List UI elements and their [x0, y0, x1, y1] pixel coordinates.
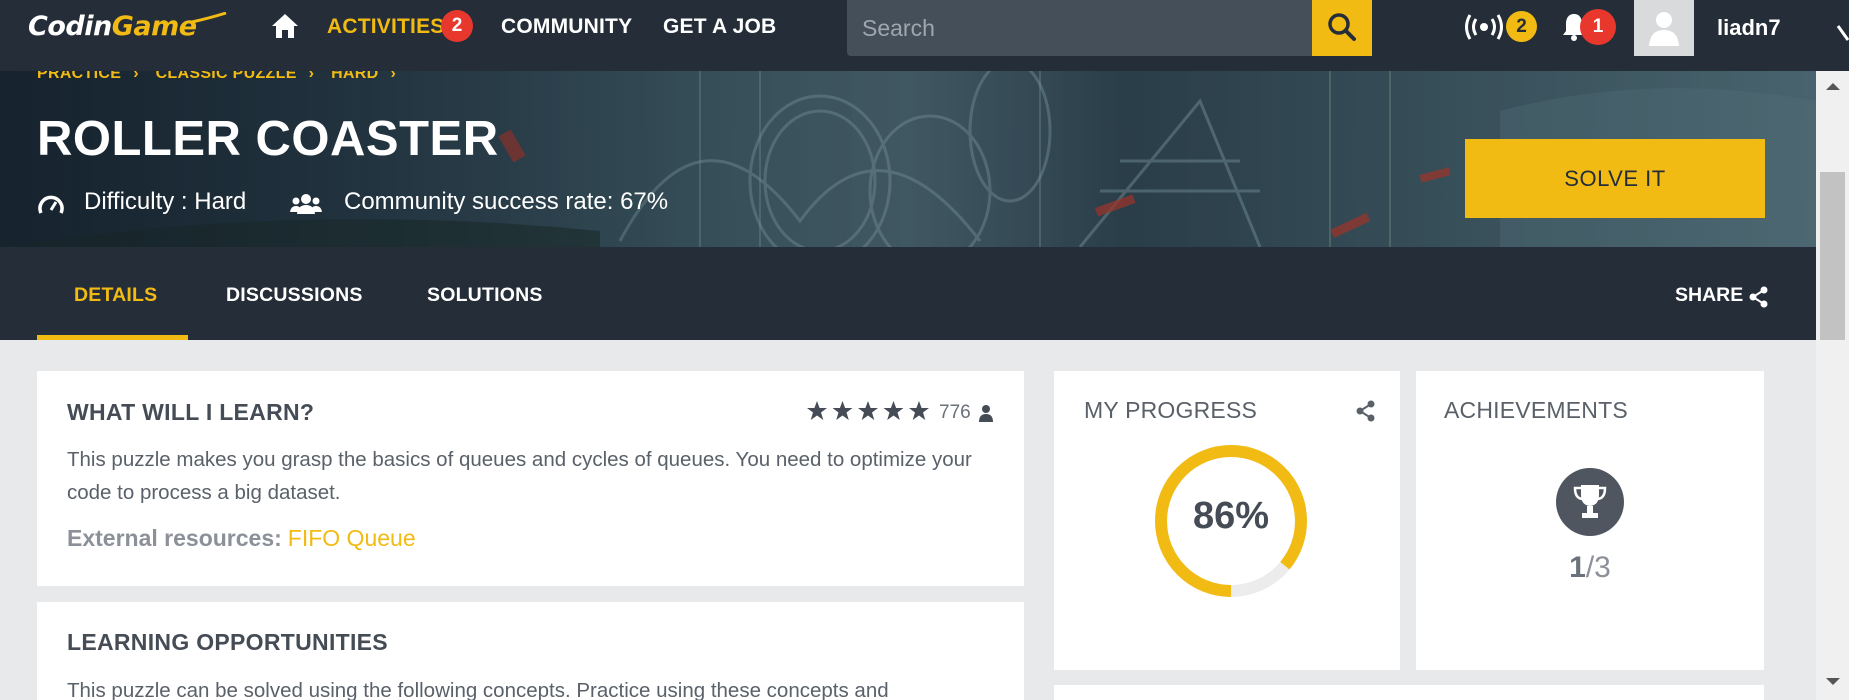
active-tab-indicator — [37, 335, 188, 340]
logo-swoosh-icon — [191, 12, 227, 24]
external-resources: External resources: FIFO Queue — [67, 525, 416, 552]
activities-badge: 2 — [441, 10, 473, 42]
user-icon — [979, 405, 993, 422]
rating-count: 776 — [939, 402, 971, 423]
learning-opportunities-card: LEARNING OPPORTUNITIES This puzzle can b… — [37, 602, 1024, 700]
search-button[interactable] — [1312, 0, 1372, 56]
trophy-icon — [1573, 485, 1607, 518]
logo-text: Cod — [28, 11, 85, 42]
logo-text: i — [84, 11, 93, 42]
opportunities-text: This puzzle can be solved using the foll… — [67, 679, 889, 700]
achievements-count: 1/3 — [1416, 551, 1764, 585]
section-heading: LEARNING OPPORTUNITIES — [67, 629, 388, 655]
broadcast-badge: 2 — [1506, 11, 1537, 42]
avatar[interactable] — [1634, 0, 1694, 56]
share-button[interactable]: SHARE — [1675, 284, 1743, 307]
tab-details[interactable]: DETAILS — [74, 284, 157, 307]
codingame-logo[interactable]: CodinGame — [28, 11, 197, 42]
success-rate-label: Community success rate: 67% — [344, 188, 669, 215]
breadcrumb: PRACTICE › CLASSIC PUZZLE › HARD › — [37, 71, 408, 83]
tab-solutions[interactable]: SOLUTIONS — [427, 284, 543, 307]
rating-stars[interactable] — [805, 399, 939, 423]
scroll-down-icon[interactable] — [1824, 676, 1842, 688]
page-title: ROLLER COASTER — [37, 112, 499, 166]
star-icon — [858, 401, 878, 420]
search-icon — [1328, 13, 1356, 41]
search-input[interactable] — [847, 0, 1313, 56]
notifications-badge: 1 — [1580, 9, 1616, 45]
progress-percent: 86% — [1192, 495, 1270, 537]
nav-activities[interactable]: ACTIVITIES — [327, 15, 445, 39]
learn-description: This puzzle makes you grasp the basics o… — [67, 448, 972, 504]
next-card — [1054, 685, 1764, 700]
difficulty-label: Difficulty : Hard — [84, 188, 247, 215]
avatar-icon — [1649, 12, 1679, 46]
star-icon — [883, 401, 904, 420]
nav-get-a-job[interactable]: GET A JOB — [663, 15, 776, 39]
scroll-up-icon[interactable] — [1824, 80, 1842, 92]
achievements-card: ACHIEVEMENTS 1/3 — [1416, 371, 1764, 670]
section-heading: WHAT WILL I LEARN? — [67, 399, 315, 425]
breadcrumb-item[interactable]: HARD — [331, 71, 378, 82]
share-icon[interactable] — [1356, 400, 1376, 422]
puzzle-tabs: DETAILS DISCUSSIONS SOLUTIONS SHARE — [0, 247, 1816, 340]
share-icon[interactable] — [1749, 286, 1769, 308]
section-heading: ACHIEVEMENTS — [1444, 397, 1628, 423]
breadcrumb-item[interactable]: PRACTICE — [37, 71, 121, 82]
nav-community[interactable]: COMMUNITY — [501, 15, 632, 39]
star-icon — [832, 401, 853, 420]
broadcast-icon[interactable] — [1462, 12, 1506, 42]
fifo-queue-link[interactable]: FIFO Queue — [288, 525, 416, 551]
people-icon — [290, 194, 322, 214]
puzzle-hero: PRACTICE › CLASSIC PUZZLE › HARD › ROLLER C… — [0, 71, 1816, 247]
breadcrumb-item[interactable]: CLASSIC PUZZLE — [156, 71, 297, 82]
achievements-total: /3 — [1585, 551, 1611, 584]
top-navigation: CodinGame ACTIVITIES 2 COMMUNITY GET A J… — [0, 0, 1849, 71]
username[interactable]: liadn7 — [1717, 15, 1781, 41]
trophy-badge[interactable] — [1556, 468, 1624, 536]
scrollbar-thumb[interactable] — [1820, 172, 1845, 340]
gauge-icon — [38, 195, 64, 214]
search-box — [847, 0, 1313, 56]
logo-text-accent: Game — [111, 11, 197, 42]
resources-label: External resources: — [67, 525, 282, 551]
what-will-i-learn-card: WHAT WILL I LEARN? 776 This puzzle makes… — [37, 371, 1024, 586]
solve-it-button[interactable]: SOLVE IT — [1465, 139, 1765, 218]
star-icon — [909, 401, 929, 420]
home-icon[interactable] — [270, 12, 300, 40]
chevron-down-icon[interactable] — [1836, 22, 1849, 44]
tab-discussions[interactable]: DISCUSSIONS — [226, 284, 363, 307]
logo-text: n — [92, 11, 112, 42]
scrollbar[interactable] — [1816, 71, 1849, 700]
my-progress-card: MY PROGRESS 86% — [1054, 371, 1400, 670]
achievements-earned: 1 — [1569, 551, 1586, 584]
section-heading: MY PROGRESS — [1084, 397, 1258, 423]
star-icon — [807, 401, 827, 420]
